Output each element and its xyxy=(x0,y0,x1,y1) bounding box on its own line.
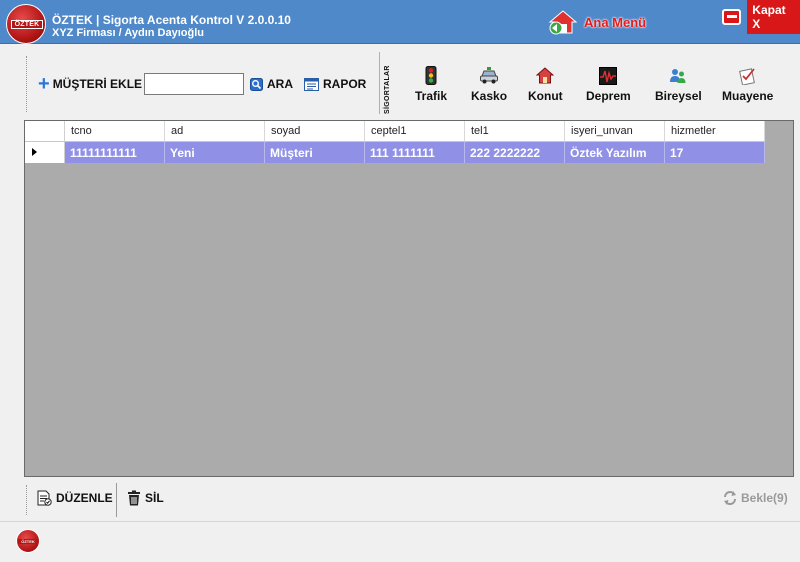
toolbar-grip[interactable] xyxy=(26,56,30,112)
add-customer-button[interactable]: + MÜŞTERİ EKLE xyxy=(38,73,143,95)
delete-label: SİL xyxy=(145,491,164,505)
checklist-icon xyxy=(737,66,759,86)
search-icon xyxy=(250,77,263,91)
trafik-button[interactable]: Trafik xyxy=(415,66,447,103)
wait-label: Bekle(9) xyxy=(741,491,788,505)
kasko-label: Kasko xyxy=(471,89,508,103)
close-label: Kapat X xyxy=(747,0,800,34)
kasko-button[interactable]: Kasko xyxy=(471,66,507,103)
car-icon xyxy=(478,66,500,86)
main-menu-button[interactable]: Ana Menü xyxy=(548,9,646,35)
bottom-toolbar: DÜZENLE SİL Bekle(9) xyxy=(24,481,800,519)
deprem-label: Deprem xyxy=(586,89,631,103)
insurance-group-label: SİGORTALAR xyxy=(382,56,398,116)
title-bar: ÖZTEK ÖZTEK | Sigorta Acenta Kontrol V 2… xyxy=(0,0,800,44)
column-header-tel1[interactable]: tel1 xyxy=(465,121,565,141)
cell-tcno[interactable]: 11111111111 xyxy=(65,142,165,163)
bottom-toolbar-grip[interactable] xyxy=(26,485,30,515)
refresh-icon xyxy=(724,491,736,505)
customer-grid[interactable]: tcno ad soyad ceptel1 tel1 isyeri_unvan … xyxy=(24,120,794,477)
close-button[interactable]: Kapat X xyxy=(722,0,800,34)
users-icon xyxy=(667,66,689,86)
cell-ceptel1[interactable]: 111 1111111 xyxy=(365,142,465,163)
grid-header: tcno ad soyad ceptel1 tel1 isyeri_unvan … xyxy=(25,121,765,142)
bottom-separator xyxy=(116,483,117,517)
report-label: RAPOR xyxy=(323,77,367,91)
wait-status: Bekle(9) xyxy=(722,490,788,506)
search-label: ARA xyxy=(267,77,293,91)
stop-icon xyxy=(722,9,742,25)
row-selector[interactable] xyxy=(25,142,65,163)
cell-hizmetler[interactable]: 17 xyxy=(665,142,765,163)
footer-logo: ÖZTEK xyxy=(16,529,40,553)
column-header-hizmetler[interactable]: hizmetler xyxy=(665,121,765,141)
house-icon xyxy=(534,66,556,86)
row-pointer-icon xyxy=(32,148,37,156)
cell-isyeri-unvan[interactable]: Öztek Yazılım xyxy=(565,142,665,163)
report-icon xyxy=(304,77,319,91)
edit-button[interactable]: DÜZENLE xyxy=(36,490,113,506)
cell-tel1[interactable]: 222 2222222 xyxy=(465,142,565,163)
add-customer-label: MÜŞTERİ EKLE xyxy=(52,77,143,91)
column-header-soyad[interactable]: soyad xyxy=(265,121,365,141)
bireysel-label: Bireysel xyxy=(655,89,702,103)
home-back-icon xyxy=(548,10,578,35)
bireysel-button[interactable]: Bireysel xyxy=(655,66,702,103)
footer-logo-text: ÖZTEK xyxy=(18,539,38,544)
toolbar-separator xyxy=(379,52,380,114)
grid-corner[interactable] xyxy=(25,121,65,141)
cell-ad[interactable]: Yeni xyxy=(165,142,265,163)
delete-button[interactable]: SİL xyxy=(127,490,164,506)
column-header-ad[interactable]: ad xyxy=(165,121,265,141)
edit-label: DÜZENLE xyxy=(56,491,113,505)
main-menu-label: Ana Menü xyxy=(584,14,647,30)
insurance-group-text: SİGORTALAR xyxy=(384,65,391,114)
trafik-label: Trafik xyxy=(415,89,448,103)
column-header-tcno[interactable]: tcno xyxy=(65,121,165,141)
search-button[interactable]: ARA xyxy=(250,77,293,91)
konut-button[interactable]: Konut xyxy=(528,66,563,103)
app-logo: ÖZTEK xyxy=(6,4,46,44)
column-header-isyeri-unvan[interactable]: isyeri_unvan xyxy=(565,121,665,141)
table-row[interactable]: 11111111111 Yeni Müşteri 111 1111111 222… xyxy=(25,142,765,163)
konut-label: Konut xyxy=(528,89,563,103)
muayene-button[interactable]: Muayene xyxy=(722,66,773,103)
footer-divider xyxy=(0,521,800,522)
window-title: ÖZTEK | Sigorta Acenta Kontrol V 2.0.0.1… xyxy=(52,13,291,27)
trash-icon xyxy=(128,490,140,506)
report-button[interactable]: RAPOR xyxy=(304,77,366,91)
app-logo-text: ÖZTEK xyxy=(11,20,43,29)
customer-toolbar: + MÜŞTERİ EKLE ARA RAPOR SİGORTALAR Traf… xyxy=(26,48,800,118)
column-header-ceptel1[interactable]: ceptel1 xyxy=(365,121,465,141)
edit-document-icon xyxy=(37,490,52,506)
deprem-button[interactable]: Deprem xyxy=(586,66,631,103)
seismograph-icon xyxy=(597,66,619,86)
traffic-light-icon xyxy=(420,66,442,86)
cell-soyad[interactable]: Müşteri xyxy=(265,142,365,163)
window-subtitle: XYZ Firması / Aydın Dayıoğlu xyxy=(52,27,204,39)
plus-icon: + xyxy=(38,73,50,95)
muayene-label: Muayene xyxy=(722,89,774,103)
search-input[interactable] xyxy=(144,73,244,95)
